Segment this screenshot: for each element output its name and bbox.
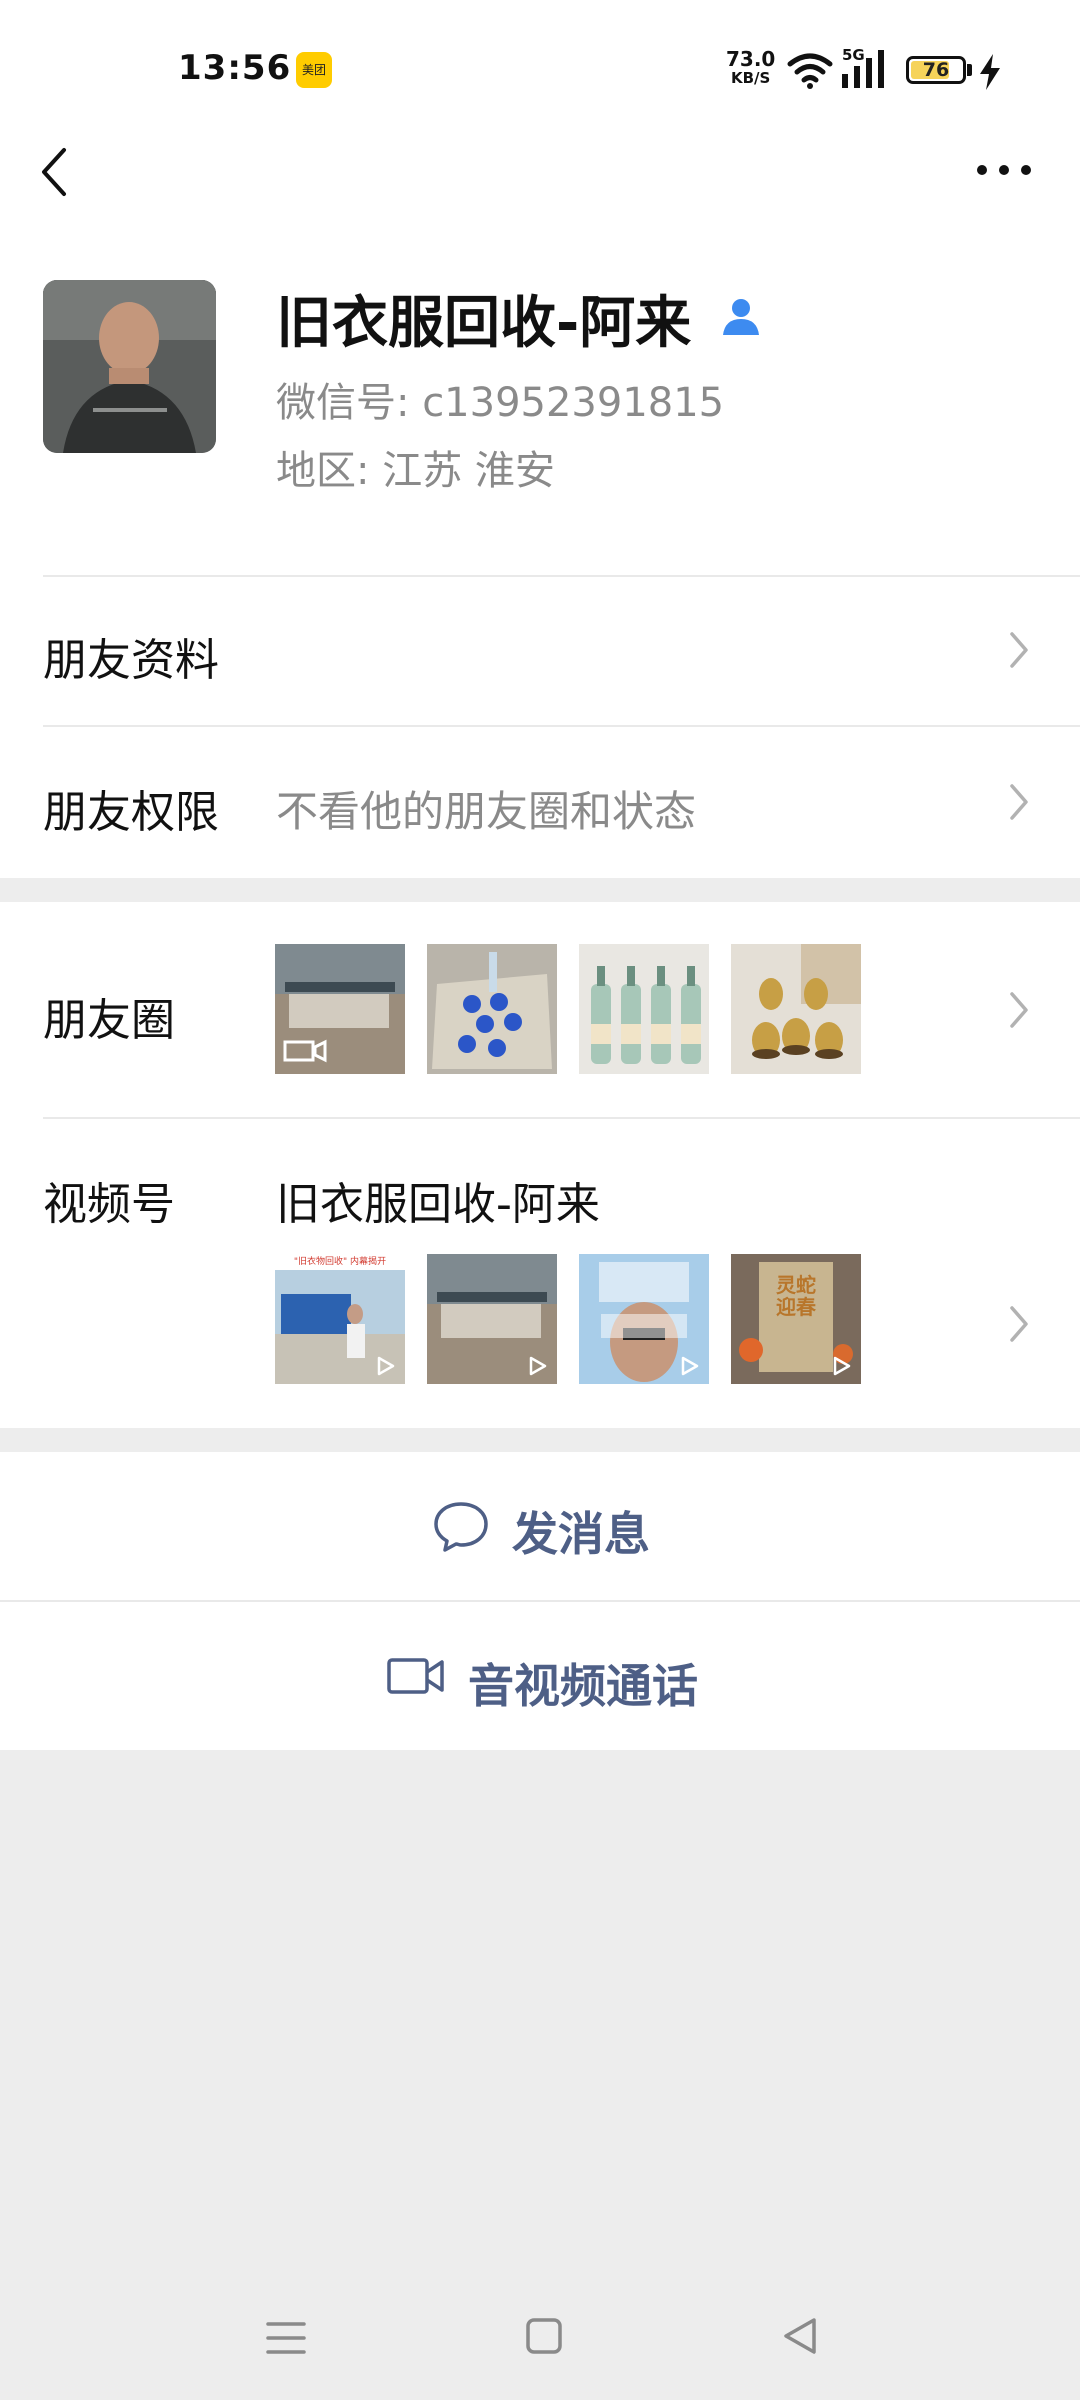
play-icon: [833, 1356, 851, 1376]
moments-thumbnail[interactable]: [275, 944, 405, 1074]
moments-thumbnail-image: [731, 944, 861, 1074]
chevron-right-icon: [1010, 632, 1028, 668]
menu-icon[interactable]: [266, 2318, 306, 2358]
avatar-photo: [43, 280, 216, 453]
battery-level: 76: [922, 59, 950, 81]
channels-thumbnail[interactable]: "旧衣物回收" 内幕揭开: [275, 1254, 405, 1384]
video-camera-icon: [387, 1658, 444, 1694]
channels-thumbnail[interactable]: [427, 1254, 557, 1384]
moments-thumbnail-image: [579, 944, 709, 1074]
battery-tip: [967, 64, 972, 76]
wifi-icon: [787, 53, 833, 89]
moments-thumbnail-image: [427, 944, 557, 1074]
nav-back-icon[interactable]: [780, 2316, 820, 2356]
channels-thumbnail-caption: "旧衣物回收" 内幕揭开: [293, 1257, 387, 1267]
charging-bolt-icon: [980, 54, 1000, 90]
moments-thumbnail[interactable]: [427, 944, 557, 1074]
channels-name: 旧衣服回收-阿来: [276, 1179, 600, 1230]
moments-label: 朋友圈: [43, 995, 175, 1046]
contact-name: 旧衣服回收-阿来: [276, 291, 692, 356]
play-icon: [529, 1356, 547, 1376]
more-options-icon[interactable]: [974, 158, 1034, 182]
channels-thumbnail[interactable]: 灵蛇迎春: [731, 1254, 861, 1384]
meituan-app-icon: 美团: [296, 52, 332, 88]
avatar[interactable]: [43, 280, 216, 453]
signal-icon: [842, 50, 884, 88]
channels-label: 视频号: [43, 1179, 175, 1230]
back-arrow-icon[interactable]: [36, 146, 76, 198]
video-call-label: 音视频通话: [468, 1659, 698, 1713]
chevron-right-icon: [1010, 784, 1028, 820]
play-icon: [377, 1356, 395, 1376]
moments-thumbnail[interactable]: [731, 944, 861, 1074]
play-icon: [681, 1356, 699, 1376]
friend-info-label: 朋友资料: [43, 635, 219, 686]
wechat-id: 微信号: c13952391815: [276, 380, 725, 426]
friend-permission-label: 朋友权限: [43, 787, 219, 838]
friend-permission-value: 不看他的朋友圈和状态: [276, 787, 697, 836]
channels-thumbnail[interactable]: [579, 1254, 709, 1384]
chat-bubble-icon: [434, 1502, 488, 1552]
network-speed-unit: KB/S: [731, 69, 771, 87]
moments-thumbnail-image: [275, 944, 405, 1074]
moments-thumbnail[interactable]: [579, 944, 709, 1074]
person-icon: [723, 299, 759, 335]
home-icon[interactable]: [524, 2316, 564, 2356]
battery-icon: 76: [906, 56, 966, 84]
region: 地区: 江苏 淮安: [276, 448, 555, 494]
send-message-label: 发消息: [512, 1507, 650, 1561]
status-time: 13:56: [178, 48, 292, 88]
chevron-right-icon: [1010, 1306, 1028, 1342]
channels-thumbnail-caption: 灵蛇迎春: [776, 1273, 816, 1319]
network-speed: 73.0 KB/S: [726, 47, 776, 88]
chevron-right-icon: [1010, 992, 1028, 1028]
network-speed-value: 73.0: [726, 47, 776, 71]
